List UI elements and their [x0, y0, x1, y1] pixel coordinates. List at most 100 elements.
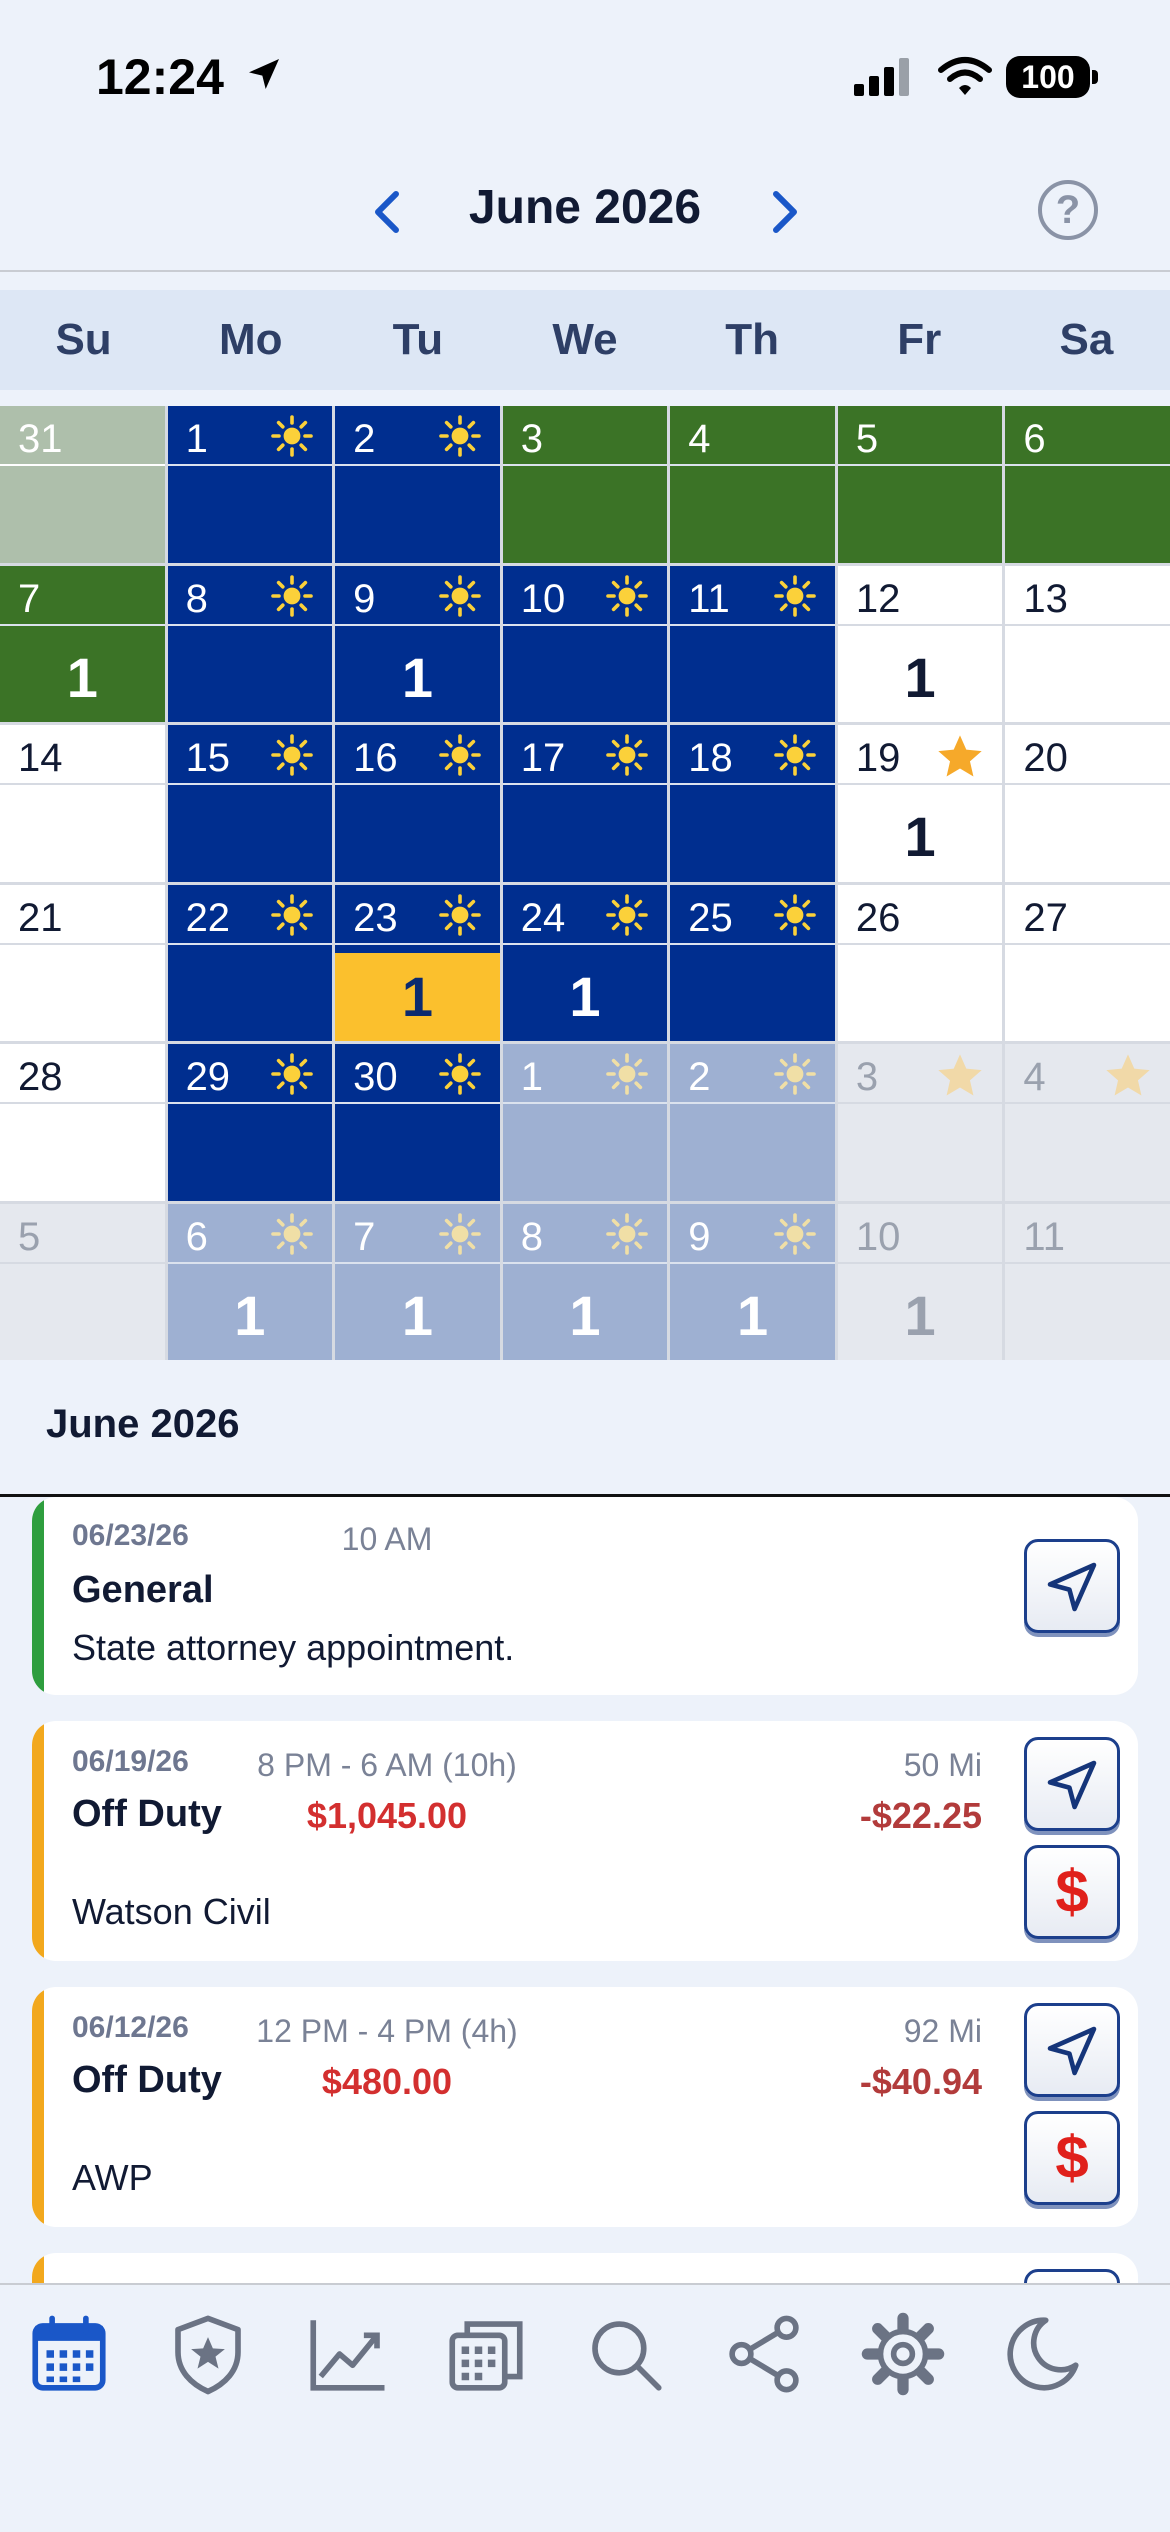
event-card[interactable]: 06/23/26 10 AM General State attorney ap… [32, 1497, 1138, 1695]
calendar-icon[interactable] [24, 2309, 114, 2399]
day-number: 30 [353, 1055, 398, 1099]
search-icon[interactable] [580, 2309, 670, 2399]
calendar-day-cell[interactable]: 1 [167, 406, 333, 563]
cell-divider [837, 464, 1003, 466]
calendar-day-cell[interactable]: 81 [502, 1203, 668, 1360]
calendar-day-cell[interactable]: 91 [670, 1203, 835, 1360]
day-number: 26 [855, 895, 901, 940]
day-number: 2 [688, 1055, 711, 1099]
share-icon[interactable] [719, 2309, 809, 2399]
calendar-day-cell[interactable]: 71 [0, 565, 165, 722]
event-date: 06/19/26 [72, 1745, 189, 1778]
calendar-day-cell[interactable]: 23 1 [335, 884, 500, 1041]
event-card[interactable]: 06/12/26 12 PM - 4 PM (4h) 92 Mi Off Dut… [32, 1987, 1138, 2227]
navigate-button[interactable] [1024, 2003, 1120, 2097]
day-number: 4 [688, 417, 711, 461]
moon-icon[interactable] [997, 2309, 1087, 2399]
calendar-day-cell[interactable]: 61 [167, 1203, 333, 1360]
calendar-day-cell[interactable]: 22 [167, 884, 333, 1041]
calendar-day-cell[interactable]: 16 [335, 725, 500, 882]
wifi-icon [938, 57, 992, 95]
calendar-day-cell[interactable]: 11 [1005, 1203, 1170, 1360]
calendar-day-cell[interactable]: 3 [502, 406, 668, 563]
event-mileage-cost: -$22.25 [859, 1795, 982, 1836]
calendar-day-cell[interactable]: 3 [837, 1044, 1003, 1201]
day-number: 13 [1023, 576, 1068, 621]
help-button[interactable]: ? [1038, 180, 1098, 240]
calendar-day-cell[interactable]: 18 [670, 725, 835, 882]
cell-divider [1005, 942, 1170, 945]
sun-icon [606, 1212, 649, 1255]
calendar-day-cell[interactable]: 4 [670, 406, 835, 563]
calendar-day-cell[interactable]: 21 [0, 884, 165, 1041]
calendar-day-cell[interactable]: 12 1 [837, 565, 1003, 722]
calendar-day-cell[interactable]: 28 [0, 1044, 165, 1201]
calendar-day-cell[interactable]: 20 [1005, 725, 1170, 882]
day-number: 12 [855, 576, 901, 621]
calendar-day-cell[interactable]: 1 [502, 1044, 668, 1201]
battery-indicator: 100 [1006, 56, 1090, 98]
shield-star-icon[interactable] [163, 2309, 253, 2399]
calendar-day-cell[interactable]: 13 [1005, 565, 1170, 722]
event-count: 1 [401, 645, 433, 709]
day-number: 1 [185, 417, 208, 461]
calendar-day-cell[interactable]: 6 [1005, 406, 1170, 563]
navigate-button[interactable] [1024, 1539, 1120, 1633]
cell-divider [0, 623, 165, 626]
calendar-day-cell[interactable]: 2 [335, 406, 500, 563]
cell-divider [670, 1102, 835, 1104]
payment-button[interactable]: $ [1024, 2111, 1120, 2205]
calendar-stack-icon[interactable] [441, 2309, 531, 2399]
cell-divider [0, 783, 165, 785]
calendar-day-cell[interactable]: 31 [0, 406, 165, 563]
calendar-day-cell[interactable]: 4 [1005, 1044, 1170, 1201]
sun-icon [271, 1212, 313, 1255]
calendar-day-cell[interactable]: 15 [167, 725, 333, 882]
calendar-grid: 31 1 2 3 4 5 6 7 1 8 9 1 10 11 12 1 13 14 15 16 17 18 19 1 20 21 2… [0, 406, 1170, 1360]
cell-divider [502, 1102, 668, 1104]
event-time: 12 PM - 4 PM (4h) [256, 2013, 518, 2049]
event-count: 1 [66, 645, 98, 709]
previous-month-button[interactable] [362, 182, 412, 242]
event-card[interactable] [32, 2253, 1138, 2283]
day-number: 15 [185, 736, 231, 780]
calendar-day-cell[interactable]: 2 [670, 1044, 835, 1201]
calendar-day-cell[interactable]: 30 [335, 1044, 500, 1201]
calendar-day-cell[interactable]: 19 1 [837, 725, 1003, 882]
calendar-day-cell[interactable]: 26 [837, 884, 1003, 1041]
calendar-day-cell[interactable]: 11 [670, 565, 835, 722]
calendar-day-cell[interactable]: 27 [1005, 884, 1170, 1041]
calendar-day-cell[interactable]: 8 [167, 565, 333, 722]
navigate-button[interactable] [1024, 1737, 1120, 1831]
weekday-label: Th [725, 315, 780, 364]
navigation-arrow-icon [1047, 2026, 1097, 2076]
day-number: 19 [855, 736, 901, 780]
next-month-button[interactable] [760, 182, 810, 242]
calendar-day-cell[interactable]: 10 1 [837, 1203, 1003, 1360]
calendar-day-cell[interactable]: 29 [167, 1044, 333, 1201]
navigate-button[interactable] [1024, 2269, 1120, 2283]
event-time: 8 PM - 6 AM (10h) [257, 1747, 517, 1783]
calendar-day-cell[interactable]: 71 [335, 1203, 500, 1360]
event-count: 1 [234, 1283, 266, 1347]
day-number: 11 [1023, 1214, 1065, 1259]
event-card[interactable]: 06/19/26 8 PM - 6 AM (10h) 50 Mi Off Dut… [32, 1721, 1138, 1961]
calendar-day-cell[interactable]: 91 [335, 565, 500, 722]
sun-icon [271, 893, 313, 936]
calendar-day-cell[interactable]: 25 [670, 884, 835, 1041]
location-arrow-icon [249, 59, 279, 89]
calendar-day-cell[interactable]: 17 [502, 725, 668, 882]
payment-button[interactable]: $ [1024, 1845, 1120, 1939]
calendar-day-cell[interactable]: 14 [0, 725, 165, 882]
gear-icon[interactable] [858, 2309, 948, 2399]
calendar-day-cell[interactable]: 10 [502, 565, 668, 722]
cell-divider [335, 464, 500, 466]
cell-divider [670, 623, 835, 626]
cell-divider [167, 1102, 333, 1104]
chart-icon[interactable] [302, 2309, 392, 2399]
event-description: Watson Civil [72, 1891, 271, 1932]
calendar-day-cell[interactable]: 5 [837, 406, 1003, 563]
calendar-day-cell[interactable]: 24 1 [502, 884, 668, 1041]
calendar-day-cell[interactable]: 5 [0, 1203, 165, 1360]
sun-icon [438, 415, 481, 457]
